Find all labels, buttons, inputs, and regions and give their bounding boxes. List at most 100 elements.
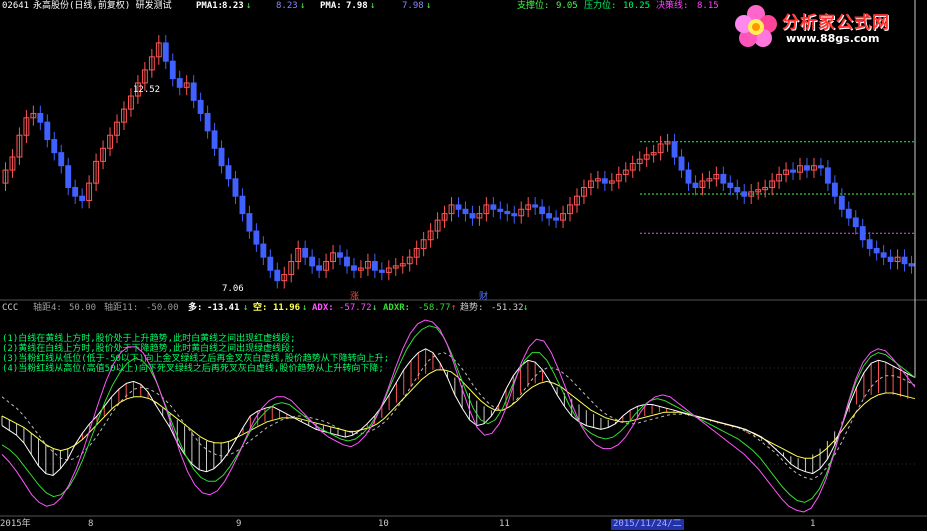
- trend-arrow-icon: ↓: [523, 303, 529, 313]
- candle-body: [267, 256, 274, 271]
- candle-body: [880, 252, 887, 258]
- candle-body: [817, 165, 824, 169]
- duo-value: -13.41: [207, 303, 240, 313]
- axis11-label: 轴距11:: [104, 303, 139, 313]
- duo-arrow-icon: ↓: [243, 303, 249, 313]
- x-label-current-date[interactable]: 2015/11/24/二: [611, 519, 684, 530]
- candle-body: [232, 178, 239, 197]
- tag-zhang: 涨: [350, 292, 360, 302]
- candle-body: [274, 269, 281, 282]
- kong-value: 11.96: [273, 303, 301, 313]
- decision-label: 决策线:: [656, 1, 689, 11]
- candle-body: [162, 42, 169, 62]
- candle-body: [741, 191, 748, 197]
- candle-body: [546, 213, 553, 219]
- candle-body: [176, 78, 183, 88]
- axis4-label: 轴距4:: [33, 303, 62, 313]
- pma1-arrow-2-icon: ↓: [300, 1, 306, 11]
- candle-body: [873, 247, 880, 254]
- candle-body: [44, 121, 51, 141]
- pma-arrow-icon: ↓: [370, 1, 376, 11]
- support-label: 支撑位:: [517, 1, 550, 11]
- candle-body: [866, 239, 873, 249]
- high-price-label: 12.52: [133, 85, 161, 95]
- note-4: (4)当粉红线从高位(高值50以上)向下死叉绿线之后再死叉灰白虚线,股价趋势从上…: [2, 364, 384, 374]
- candle-body: [169, 60, 176, 80]
- pma1-arrow-icon: ↓: [246, 1, 252, 11]
- flower-logo-icon: [735, 5, 777, 47]
- candle-body: [497, 208, 504, 212]
- adxr-value: -58.77: [418, 303, 451, 313]
- candle-body: [225, 165, 232, 180]
- decision-value: 8.15: [697, 1, 719, 11]
- candle-body: [37, 112, 44, 123]
- adx-label: ADX:: [312, 303, 334, 313]
- candle-body: [901, 256, 908, 265]
- trend-label: 趋势:: [460, 303, 484, 313]
- logo-title: 分析家公式网: [782, 13, 890, 33]
- candle-body: [908, 263, 915, 267]
- site-logo[interactable]: 分析家公式网 www.88gs.com: [730, 2, 926, 50]
- candle-body: [511, 213, 518, 217]
- candle-body: [58, 152, 65, 167]
- pma-label: PMA:: [320, 1, 342, 11]
- candle-body: [859, 226, 866, 241]
- stock-chart[interactable]: [0, 0, 927, 531]
- candle-body: [852, 217, 859, 228]
- candle-body: [539, 206, 546, 215]
- x-label-11: 11: [499, 519, 510, 529]
- candle-body: [65, 165, 72, 188]
- candle-body: [804, 165, 810, 171]
- candle-body: [302, 247, 309, 258]
- candle-body: [253, 230, 260, 245]
- pma-arrow-2-icon: ↓: [426, 1, 432, 11]
- low-price-label: 7.06: [222, 284, 244, 294]
- x-label-10: 10: [378, 519, 389, 529]
- candle-body: [553, 217, 560, 221]
- kong-label: 空:: [253, 303, 268, 313]
- candle-body: [72, 186, 79, 197]
- x-label-8: 8: [88, 519, 94, 529]
- candle-body: [455, 204, 462, 210]
- candle-body: [197, 99, 204, 114]
- note-3: (3)当粉红线从低位(低于-50以下)向上金叉绿线之后再金叉灰白虚线,股价趋势从…: [2, 354, 390, 364]
- tag-cai: 财: [479, 292, 489, 302]
- pressure-label: 压力位:: [584, 1, 617, 11]
- candle-body: [337, 252, 343, 258]
- candle-body: [824, 167, 831, 184]
- logo-url: www.88gs.com: [786, 32, 880, 45]
- candle-body: [309, 256, 316, 267]
- candle-body: [344, 256, 350, 267]
- candle-body: [211, 130, 218, 149]
- stock-code: 02641: [2, 1, 30, 11]
- candle-body: [462, 208, 469, 215]
- candle-body: [887, 256, 894, 263]
- note-1: (1)白线在黄线上方时,股价处于上升趋势,此时白黄线之间出现红虚线段;: [2, 334, 296, 344]
- candle-body: [378, 269, 385, 273]
- note-2: (2)黄线在白线上方时,股价处于下降趋势,此时黄白线之间出现绿虚线段;: [2, 344, 296, 354]
- candle-body: [671, 141, 678, 158]
- adxr-label: ADXR:: [383, 303, 411, 313]
- candle-body: [469, 213, 476, 219]
- candle-body: [371, 261, 378, 271]
- axis11-value: -50.00: [146, 303, 179, 313]
- candle-body: [532, 204, 539, 208]
- candle-body: [678, 156, 685, 171]
- candle-body: [316, 265, 323, 271]
- candle-body: [838, 195, 845, 210]
- candle-body: [246, 213, 253, 232]
- candle-body: [845, 208, 852, 219]
- pma-value: 7.98: [346, 1, 368, 11]
- candle-body: [490, 204, 497, 210]
- axis4-value: 50.00: [69, 303, 97, 313]
- pma1-value: 8.23: [222, 1, 244, 11]
- candle-body: [190, 82, 197, 101]
- candle-body: [239, 195, 246, 215]
- candle-body: [692, 182, 699, 188]
- candle-body: [790, 169, 796, 173]
- pma-value-2: 7.98: [402, 1, 424, 11]
- candle-body: [79, 195, 86, 202]
- candle-body: [685, 169, 692, 184]
- duo-label: 多:: [188, 303, 203, 313]
- adx-arrow-icon: ↓: [372, 303, 378, 313]
